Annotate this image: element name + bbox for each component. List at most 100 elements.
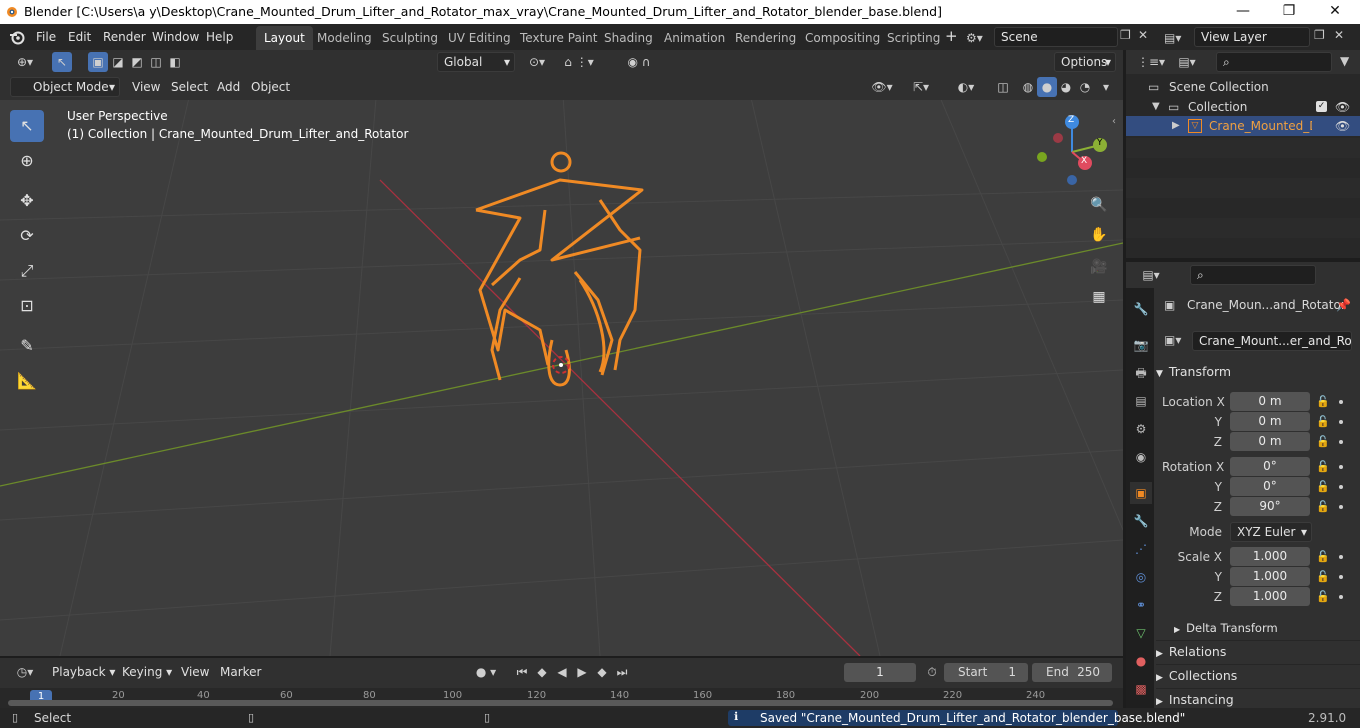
particles-tab-icon[interactable]: ⋰ (1130, 538, 1152, 560)
keyframe-dot[interactable] (1339, 400, 1343, 404)
keyframe-dot[interactable] (1339, 575, 1343, 579)
tab-modeling[interactable]: Modeling (309, 26, 380, 50)
perspective-toggle-icon[interactable]: ▦ (1086, 284, 1112, 310)
overlays-toggle-icon[interactable]: ◐▾ (947, 77, 985, 97)
options-dropdown[interactable]: Options ▾ (1054, 52, 1116, 72)
delete-view-layer-icon[interactable]: ✕ (1334, 28, 1344, 42)
data-tab-icon[interactable]: ▽ (1130, 622, 1152, 644)
location-y-field[interactable]: 0 m (1230, 412, 1310, 431)
cursor-tool-icon[interactable]: ⊕ (10, 145, 44, 177)
timeline-editor-type-icon[interactable]: ◷▾ (10, 662, 40, 682)
menu-render[interactable]: Render (103, 28, 146, 46)
rotation-mode-dropdown[interactable]: XYZ Euler ▾ (1230, 522, 1312, 542)
viewport-menu-view[interactable]: View (132, 77, 160, 97)
tab-texture-paint[interactable]: Texture Paint (512, 26, 605, 50)
rotate-tool-icon[interactable]: ⟳ (10, 220, 44, 252)
collection-visibility-eye-icon[interactable]: 👁 (1335, 97, 1350, 117)
delta-transform-subpanel[interactable]: ▶ Delta Transform (1174, 617, 1354, 639)
gizmo-toggle-icon[interactable]: ⇱▾ (903, 77, 939, 97)
rotation-x-field[interactable]: 0° (1230, 457, 1310, 476)
keyframe-dot[interactable] (1339, 485, 1343, 489)
transform-orientation-dropdown[interactable]: Global ▾ (437, 52, 515, 72)
outliner-search-input[interactable]: ⌕ (1216, 52, 1332, 72)
scene-collection-row[interactable]: ▭ Scene Collection (1126, 77, 1360, 97)
new-scene-icon[interactable]: ❐ (1120, 28, 1131, 42)
timeline-menu-keying[interactable]: Keying ▾ (122, 662, 172, 682)
view-layer-tab-icon[interactable]: ▤ (1130, 390, 1152, 412)
timeline-menu-view[interactable]: View (181, 662, 209, 682)
minimize-button[interactable]: — (1220, 0, 1266, 24)
keyframe-dot[interactable] (1339, 505, 1343, 509)
current-frame-field[interactable]: 1 (844, 663, 916, 682)
jump-start-icon[interactable]: ⏮ (512, 662, 532, 682)
maximize-button[interactable]: ❐ (1266, 0, 1312, 24)
lock-icon[interactable]: 🔓 (1316, 395, 1330, 408)
lock-icon[interactable]: 🔓 (1316, 590, 1330, 603)
play-icon[interactable]: ▶ (572, 662, 592, 682)
shading-options-chevron-icon[interactable]: ▾ (1096, 77, 1116, 97)
select-subtract-icon[interactable]: ◩ (127, 52, 147, 72)
object-name-field[interactable]: Crane_Mount...er_and_Rotator (1192, 331, 1352, 351)
auto-keying-icon[interactable]: ● ▾ (468, 662, 504, 682)
lock-icon[interactable]: 🔓 (1316, 460, 1330, 473)
object-data-selector-icon[interactable]: ▣▾ (1164, 333, 1181, 347)
select-new-icon[interactable]: ▣ (88, 52, 108, 72)
keyframe-dot[interactable] (1339, 595, 1343, 599)
editor-type-icon[interactable]: ⊕▾ (10, 52, 40, 72)
expand-chevron-icon[interactable]: ▶ (1172, 116, 1180, 136)
play-reverse-icon[interactable]: ◀ (552, 662, 572, 682)
scale-x-field[interactable]: 1.000 (1230, 547, 1310, 566)
timeline-ruler[interactable]: 1 20 40 60 80 100 120 140 160 180 200 22… (0, 688, 1123, 708)
viewport-menu-select[interactable]: Select (171, 77, 208, 97)
select-box-tool-icon[interactable]: ↖ (10, 110, 44, 142)
scene-tab-icon[interactable]: ⚙ (1130, 418, 1152, 440)
view-layer-selector-icon[interactable]: ▤▾ (1164, 28, 1192, 48)
navigation-gizmo[interactable]: Z Y X (1030, 112, 1114, 188)
wireframe-shading-icon[interactable]: ◍ (1018, 77, 1038, 97)
visibility-eye-icon[interactable]: 👁▾ (866, 77, 898, 97)
tab-rendering[interactable]: Rendering (727, 26, 804, 50)
proportional-editing-icon[interactable]: ◉ ∩ (614, 52, 664, 72)
modifier-tab-icon[interactable]: 🔧 (1130, 510, 1152, 532)
instancing-panel-header[interactable]: ▶ Instancing (1156, 688, 1360, 710)
jump-end-icon[interactable]: ⏭ (612, 662, 632, 682)
measure-tool-icon[interactable]: 📐 (10, 365, 44, 397)
rotation-y-field[interactable]: 0° (1230, 477, 1310, 496)
menu-edit[interactable]: Edit (68, 28, 91, 46)
3d-viewport[interactable]: ⊕▾ ↖ ▣ ◪ ◩ ◫ ◧ Global ▾ ⊙▾ ⌂ ⋮▾ ◉ ∩ Optio… (0, 50, 1123, 656)
keyframe-dot[interactable] (1339, 555, 1343, 559)
render-tab-icon[interactable]: 📷 (1130, 334, 1152, 356)
snap-icon[interactable]: ⌂ ⋮▾ (557, 52, 601, 72)
zoom-icon[interactable]: 🔍 (1086, 192, 1112, 218)
location-z-field[interactable]: 0 m (1230, 432, 1310, 451)
timeline-menu-playback[interactable]: Playback ▾ (52, 662, 115, 682)
material-shading-icon[interactable]: ◕ (1056, 77, 1076, 97)
menu-help[interactable]: Help (206, 28, 233, 46)
select-invert-icon[interactable]: ◫ (146, 52, 166, 72)
rotation-z-field[interactable]: 90° (1230, 497, 1310, 516)
tab-sculpting[interactable]: Sculpting (374, 26, 446, 50)
viewport-menu-add[interactable]: Add (217, 77, 240, 97)
object-row[interactable]: ▶ ▽ Crane_Mounted_Drum_Lifter_and_Rotato… (1126, 116, 1360, 136)
tab-compositing[interactable]: Compositing (797, 26, 888, 50)
physics-tab-icon[interactable]: ◎ (1130, 566, 1152, 588)
keyframe-dot[interactable] (1339, 420, 1343, 424)
timeline-scrollbar[interactable] (8, 700, 1113, 706)
mode-dropdown[interactable]: Object Mode ▾ (10, 77, 120, 97)
move-tool-icon[interactable]: ✥ (10, 185, 44, 217)
blender-menu-icon[interactable] (8, 28, 28, 46)
tab-layout[interactable]: Layout (256, 26, 313, 50)
annotate-tool-icon[interactable]: ✎ (10, 330, 44, 362)
scale-z-field[interactable]: 1.000 (1230, 587, 1310, 606)
collection-row[interactable]: ▼ ▭ Collection ✓ 👁 (1126, 97, 1360, 117)
filter-icon[interactable]: ▼ (1340, 54, 1349, 68)
close-button[interactable]: ✕ (1312, 0, 1358, 24)
outliner-editor-type-icon[interactable]: ⋮≡▾ (1136, 52, 1166, 72)
tab-shading[interactable]: Shading (596, 26, 661, 50)
sidebar-toggle-chevron-icon[interactable]: ‹ (1112, 116, 1116, 127)
properties-search-input[interactable]: ⌕ (1190, 265, 1316, 285)
tab-scripting[interactable]: Scripting (879, 26, 948, 50)
lock-icon[interactable]: 🔓 (1316, 480, 1330, 493)
lock-icon[interactable]: 🔓 (1316, 500, 1330, 513)
tab-uv-editing[interactable]: UV Editing (440, 26, 519, 50)
